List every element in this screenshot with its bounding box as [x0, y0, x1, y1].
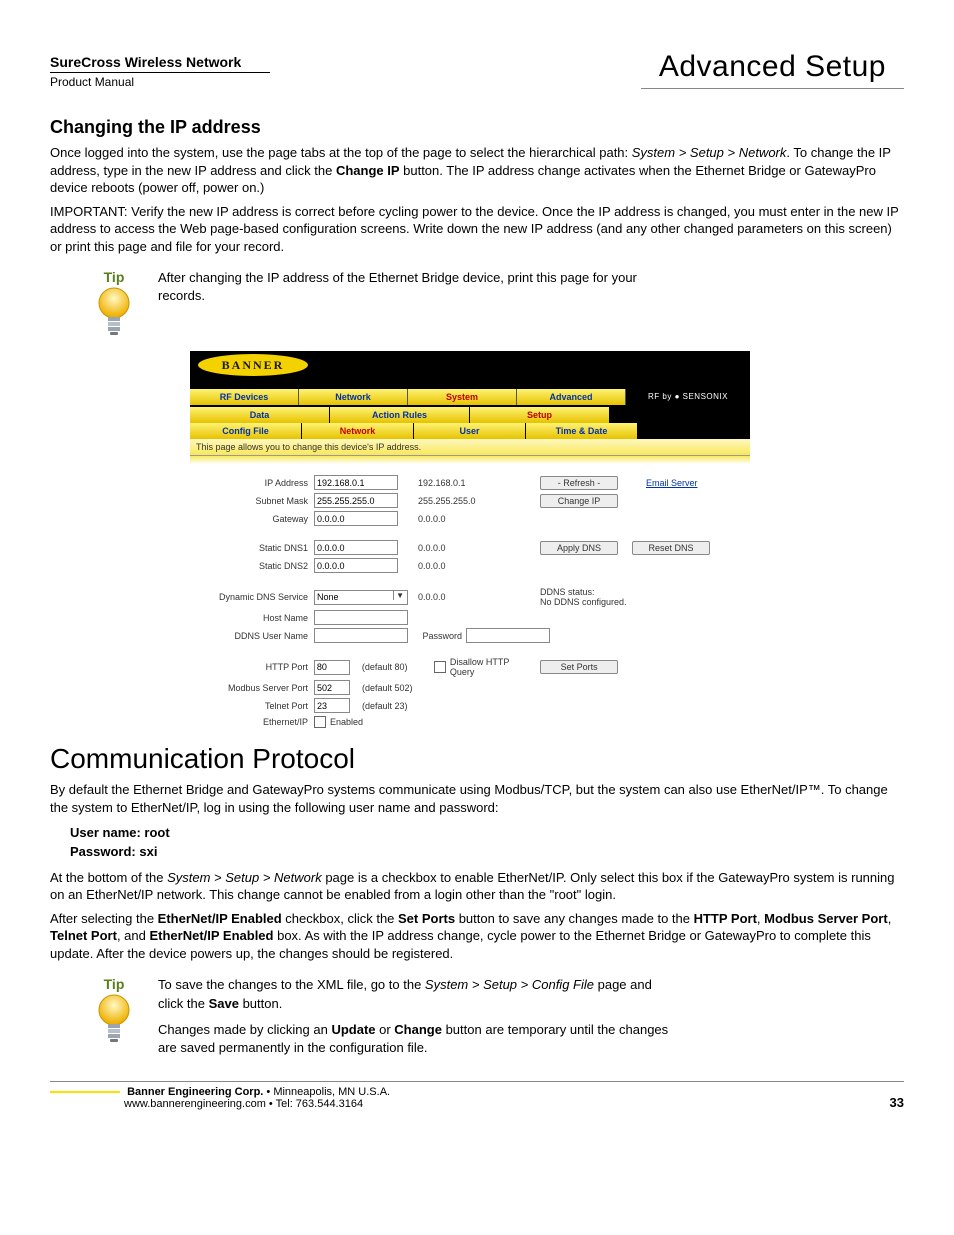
header-sub: Product Manual	[50, 75, 270, 89]
label-telnet-port: Telnet Port	[200, 701, 310, 711]
label-ip: IP Address	[200, 478, 310, 488]
label-eip-enabled: Enabled	[330, 717, 363, 727]
tip-icon: Tip	[90, 269, 138, 337]
label-eip: Ethernet/IP	[200, 717, 310, 727]
footer-location: • Minneapolis, MN U.S.A.	[263, 1086, 390, 1098]
para-ip-1: Once logged into the system, use the pag…	[50, 144, 904, 197]
tip-icon-2: Tip	[90, 976, 138, 1044]
input-ddns-user[interactable]	[314, 628, 408, 643]
page-header: SureCross Wireless Network Product Manua…	[50, 50, 904, 89]
label-disallow-http: Disallow HTTP Query	[450, 657, 536, 677]
current-ip: 192.168.0.1	[402, 478, 508, 488]
tab-blank-2	[638, 423, 750, 439]
set-ports-button[interactable]: Set Ports	[540, 660, 618, 674]
tab-row-2: Data Action Rules Setup	[190, 407, 750, 423]
current-ddns: 0.0.0.0	[412, 592, 508, 602]
cred-pwd: Password: sxi	[70, 843, 904, 861]
label-http-port: HTTP Port	[200, 662, 310, 672]
reset-dns-button[interactable]: Reset DNS	[632, 541, 710, 555]
input-mask[interactable]	[314, 493, 398, 508]
tab-row-3: Config File Network User Time & Date	[190, 423, 750, 439]
page-number: 33	[890, 1095, 904, 1110]
page-footer: Banner Engineering Corp. • Minneapolis, …	[50, 1081, 904, 1110]
svg-text:BANNER: BANNER	[222, 358, 285, 372]
tab-network[interactable]: Network	[299, 389, 408, 405]
tip-text-1: After changing the IP address of the Eth…	[158, 269, 678, 305]
tab-advanced[interactable]: Advanced	[517, 389, 626, 405]
heading-changing-ip: Changing the IP address	[50, 117, 904, 138]
banner-logo: BANNER	[198, 353, 318, 377]
input-hostname[interactable]	[314, 610, 408, 625]
tip-text-2: To save the changes to the XML file, go …	[158, 976, 678, 1057]
input-http-port[interactable]	[314, 660, 350, 675]
current-dns2: 0.0.0.0	[402, 561, 508, 571]
lightbulb-icon	[97, 994, 131, 1044]
label-ddns: Dynamic DNS Service	[200, 592, 310, 602]
para-ip-2: IMPORTANT: Verify the new IP address is …	[50, 203, 904, 256]
brand-text: RF by ● SENSONIX	[626, 389, 750, 405]
tab-time-date[interactable]: Time & Date	[526, 423, 638, 439]
tip-block-1: Tip After changing the IP address of the…	[90, 269, 904, 337]
info-bar: This page allows you to change this devi…	[190, 439, 750, 456]
cred-user: User name: root	[70, 824, 904, 842]
ddns-status-a: DDNS status:	[540, 587, 595, 597]
label-dns1: Static DNS1	[200, 543, 310, 553]
default-http: (default 80)	[354, 662, 430, 672]
current-mask: 255.255.255.0	[402, 496, 508, 506]
para-cp-1: By default the Ethernet Bridge and Gatew…	[50, 781, 904, 816]
credentials-block: User name: root Password: sxi	[70, 824, 904, 860]
label-modbus-port: Modbus Server Port	[200, 683, 310, 693]
tip-block-2: Tip To save the changes to the XML file,…	[90, 976, 904, 1057]
tab-row-1: RF Devices Network System Advanced RF by…	[190, 389, 750, 407]
input-password[interactable]	[466, 628, 550, 643]
label-dns2: Static DNS2	[200, 561, 310, 571]
tab-config-file[interactable]: Config File	[190, 423, 302, 439]
heading-comm-protocol: Communication Protocol	[50, 743, 904, 775]
refresh-button[interactable]: - Refresh -	[540, 476, 618, 490]
header-section-title: Advanced Setup	[641, 50, 904, 89]
apply-dns-button[interactable]: Apply DNS	[540, 541, 618, 555]
default-modbus: (default 502)	[354, 683, 413, 693]
label-ddns-user: DDNS User Name	[200, 631, 310, 641]
input-modbus-port[interactable]	[314, 680, 350, 695]
change-ip-button[interactable]: Change IP	[540, 494, 618, 508]
tab-blank	[610, 407, 750, 423]
chevron-down-icon[interactable]: ▼	[393, 591, 406, 600]
default-telnet: (default 23)	[354, 701, 408, 711]
input-dns2[interactable]	[314, 558, 398, 573]
header-title: SureCross Wireless Network	[50, 54, 270, 73]
footer-accent-bar	[50, 1091, 120, 1093]
lightbulb-icon	[97, 287, 131, 337]
label-password: Password	[412, 631, 462, 641]
input-ip[interactable]	[314, 475, 398, 490]
tab-action-rules[interactable]: Action Rules	[330, 407, 470, 423]
para-cp-2: At the bottom of the System > Setup > Ne…	[50, 869, 904, 904]
checkbox-disallow-http[interactable]	[434, 661, 446, 673]
label-gateway: Gateway	[200, 514, 310, 524]
footer-contact: www.bannerengineering.com • Tel: 763.544…	[50, 1098, 363, 1110]
tab-setup[interactable]: Setup	[470, 407, 610, 423]
footer-company: Banner Engineering Corp.	[127, 1086, 263, 1098]
tab-rf-devices[interactable]: RF Devices	[190, 389, 299, 405]
embedded-screenshot: BANNER RF Devices Network System Advance…	[190, 351, 750, 735]
input-gateway[interactable]	[314, 511, 398, 526]
current-gateway: 0.0.0.0	[402, 514, 508, 524]
label-hostname: Host Name	[200, 613, 310, 623]
tab-data[interactable]: Data	[190, 407, 330, 423]
ddns-status-b: No DDNS configured.	[540, 597, 627, 607]
current-dns1: 0.0.0.0	[402, 543, 508, 553]
tab-user[interactable]: User	[414, 423, 526, 439]
input-dns1[interactable]	[314, 540, 398, 555]
input-telnet-port[interactable]	[314, 698, 350, 713]
tab-system[interactable]: System	[408, 389, 517, 405]
checkbox-eip[interactable]	[314, 716, 326, 728]
label-mask: Subnet Mask	[200, 496, 310, 506]
para-cp-3: After selecting the EtherNet/IP Enabled …	[50, 910, 904, 963]
tab-network-sub[interactable]: Network	[302, 423, 414, 439]
email-server-link[interactable]: Email Server	[632, 478, 698, 488]
